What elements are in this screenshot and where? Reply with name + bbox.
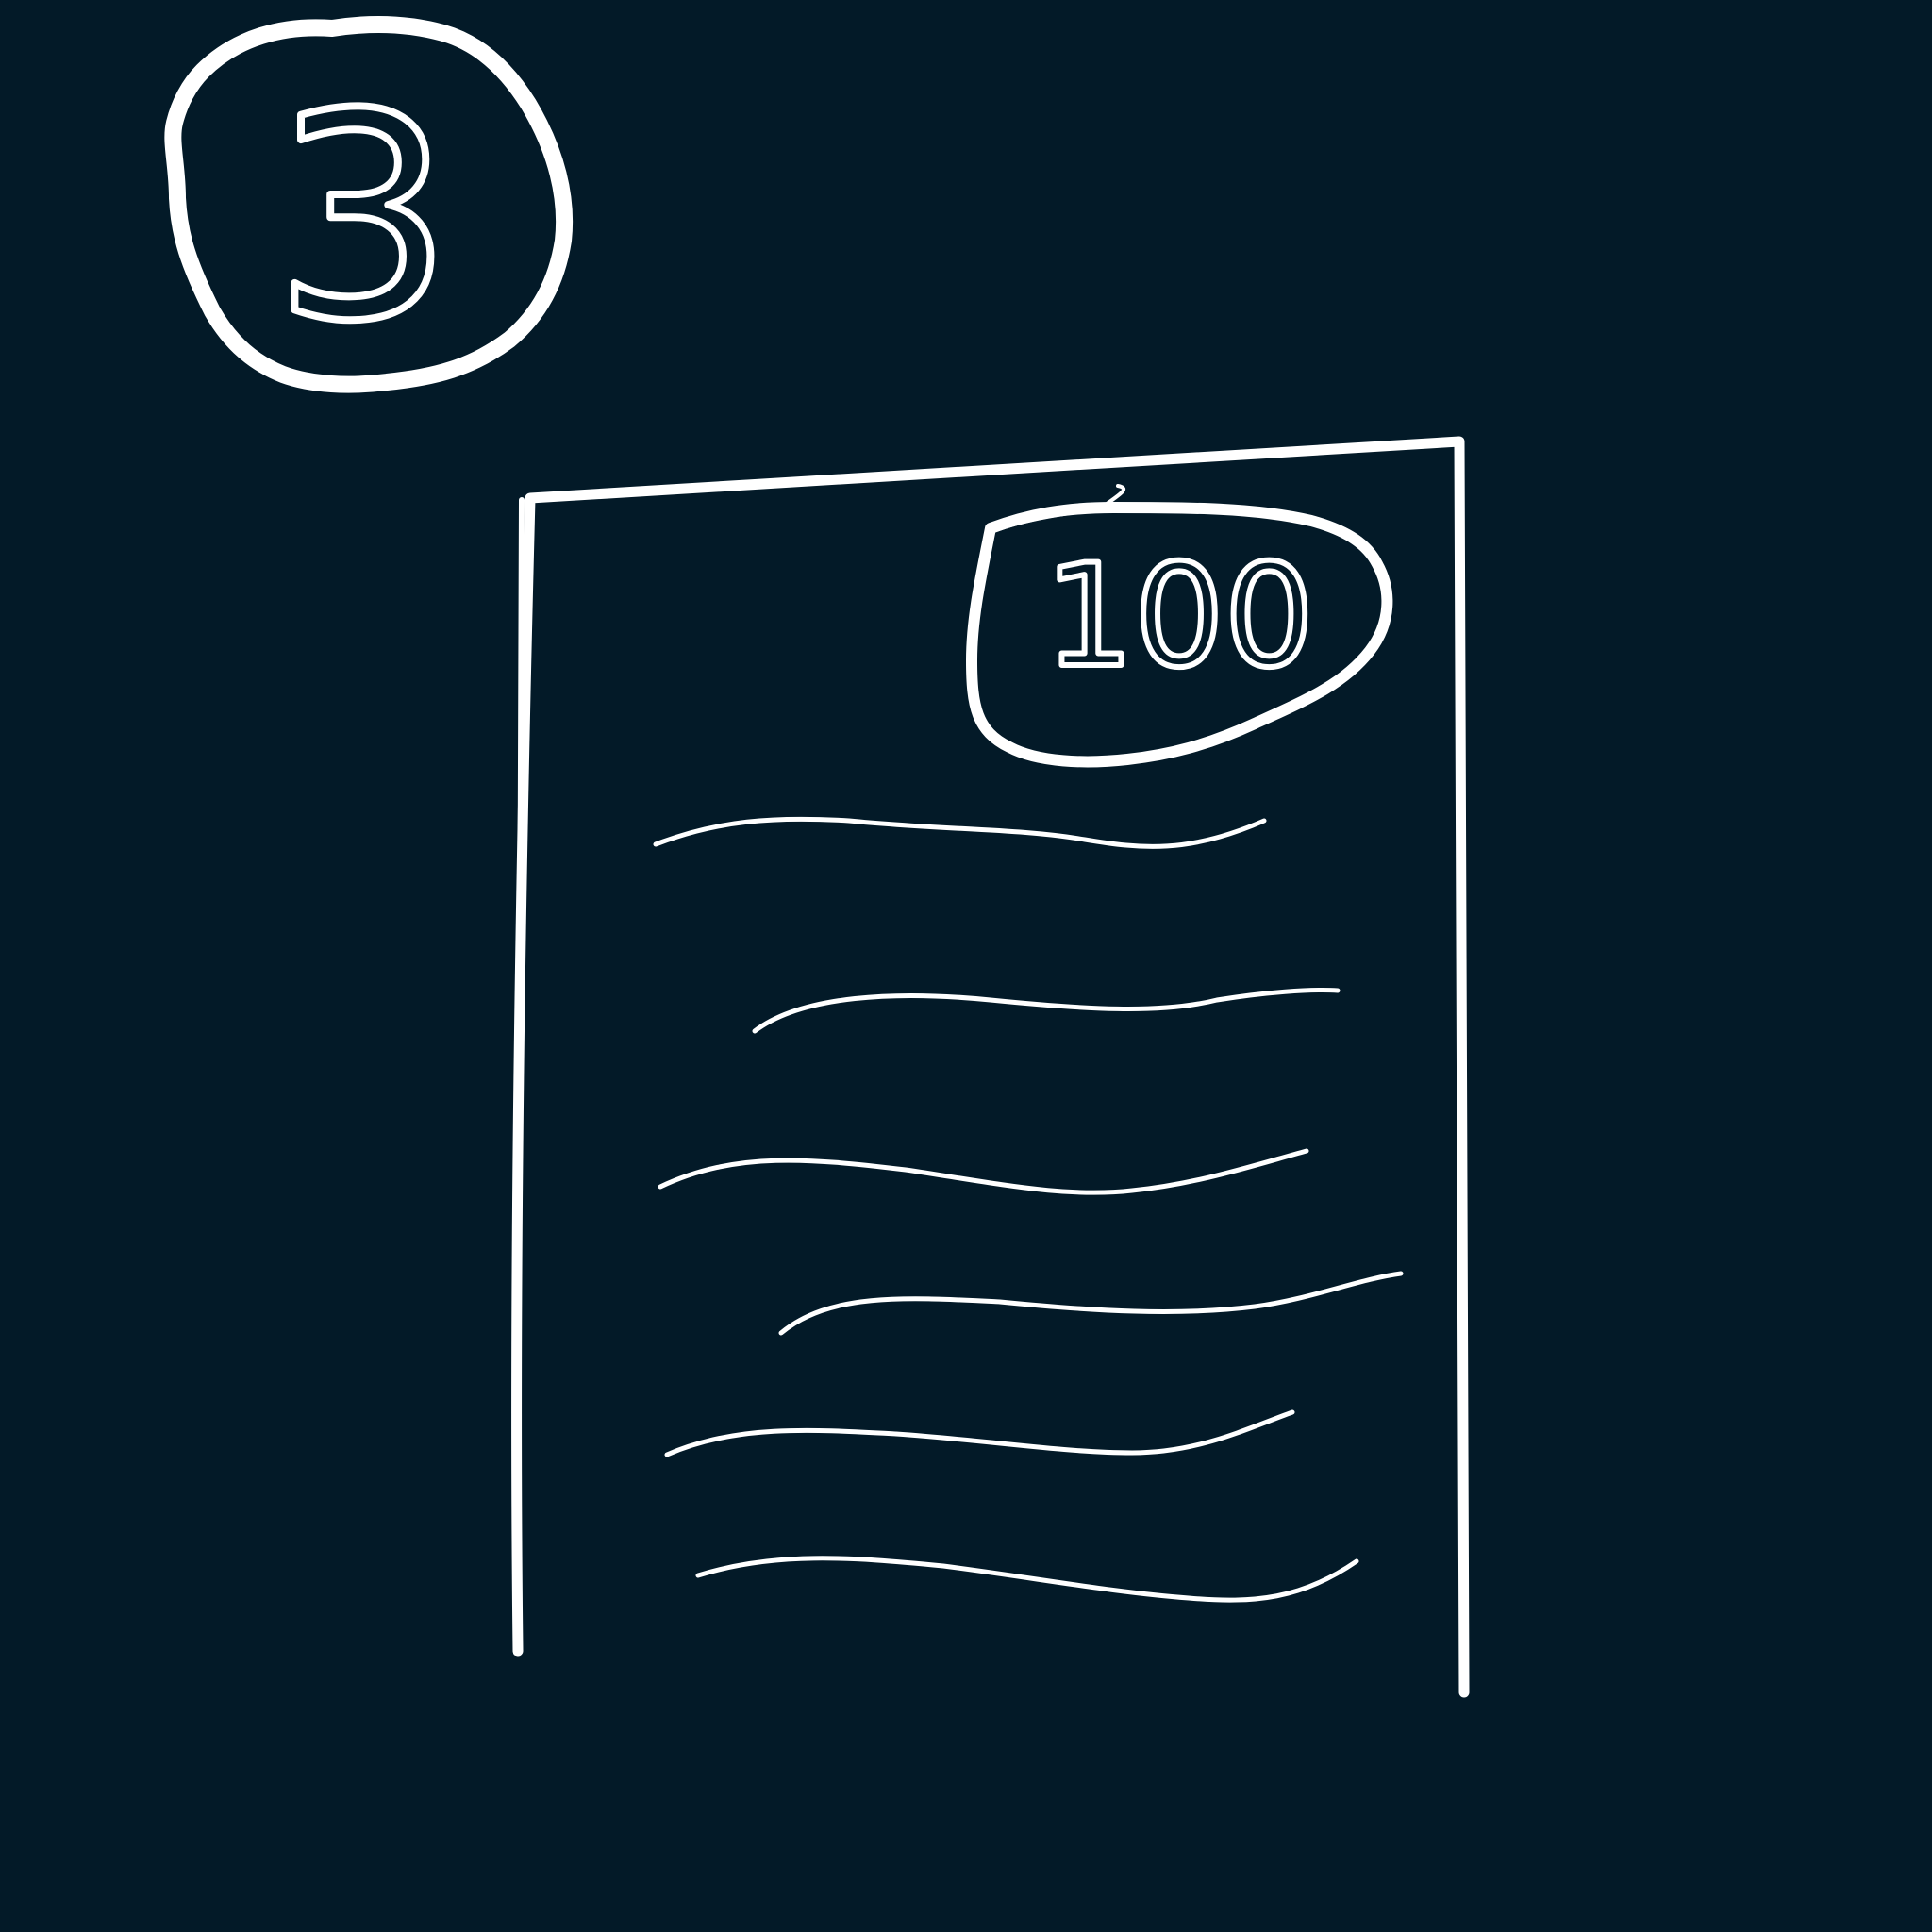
sketch-svg: 3 100: [164, 16, 1470, 1698]
text-line-5: [664, 1409, 1295, 1457]
document-page: [511, 436, 1470, 1698]
score-value: 100: [1044, 535, 1314, 699]
text-line-4: [778, 1271, 1404, 1336]
document-outline: [511, 436, 1470, 1698]
document-text-lines: [653, 816, 1404, 1603]
text-line-1: [653, 816, 1267, 849]
step-number: 3: [274, 54, 454, 383]
text-line-3: [658, 1148, 1309, 1195]
step-badge: 3: [164, 16, 574, 393]
text-line-2: [752, 987, 1341, 1034]
text-line-6: [695, 1556, 1359, 1603]
sketch-canvas: 3 100: [0, 0, 1932, 1932]
score-badge: 100: [966, 484, 1393, 768]
